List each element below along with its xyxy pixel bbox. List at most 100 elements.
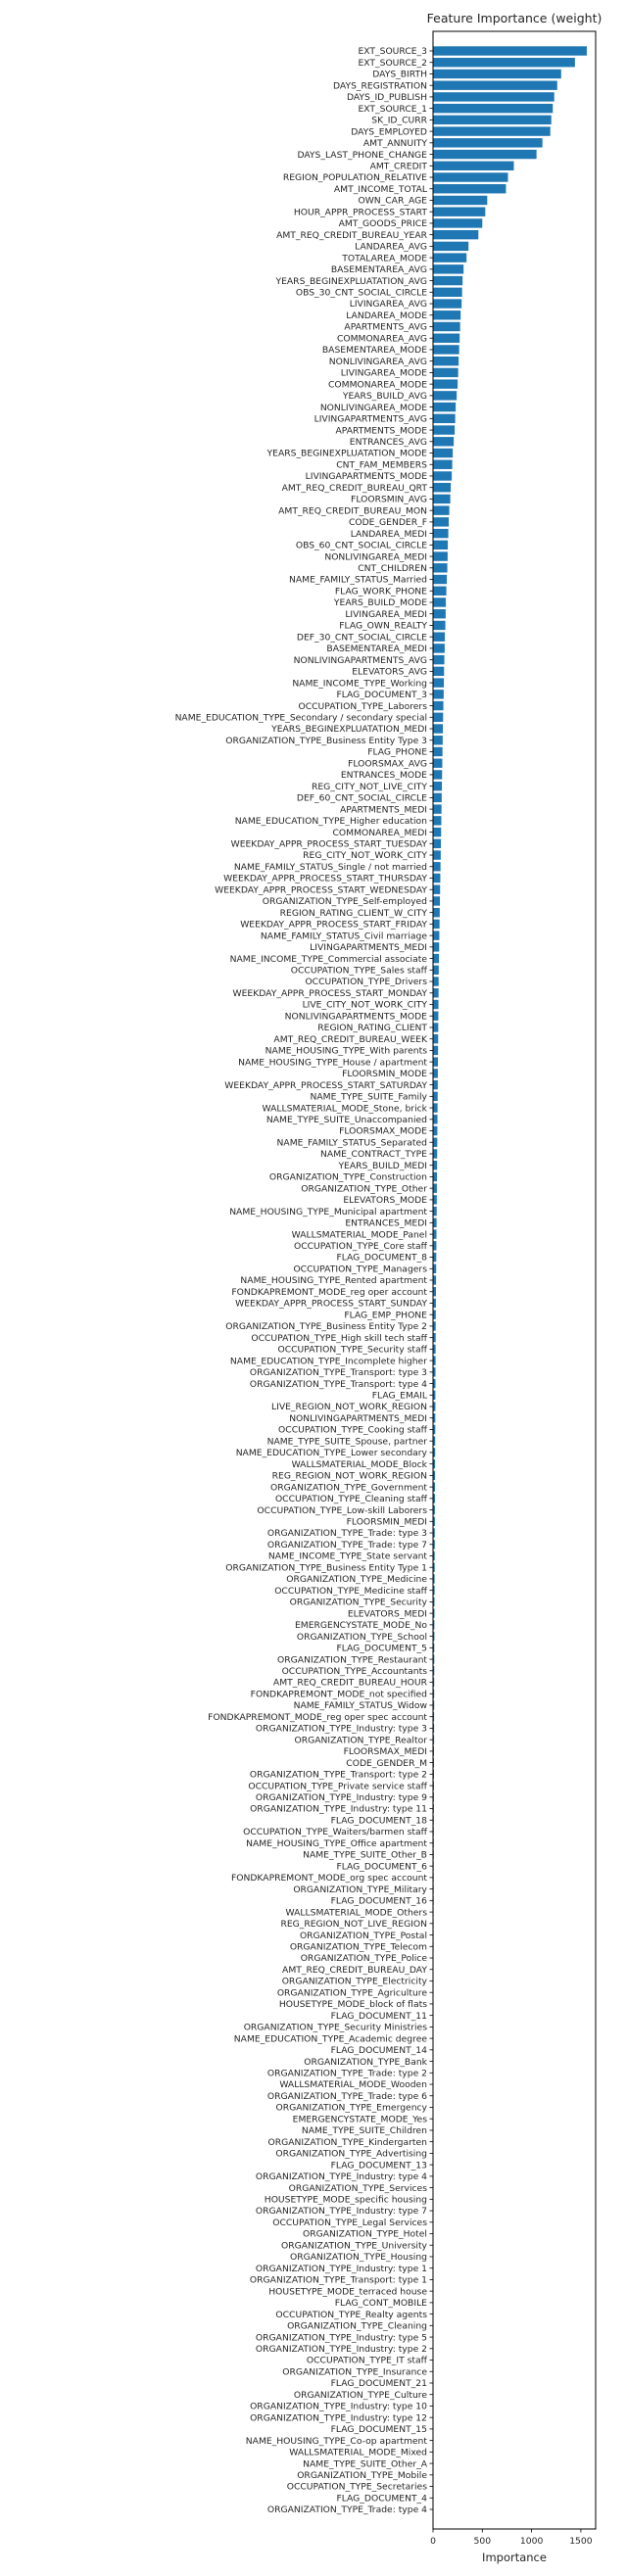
bar [433,459,453,469]
bar [433,46,587,56]
y-tick-label: ORGANIZATION_TYPE_Cleaning [287,2321,427,2332]
y-tick-label: OCCUPATION_TYPE_Sales staff [291,966,428,977]
bar [433,483,452,493]
y-tick-label: FLAG_DOCUMENT_11 [331,2011,427,2022]
y-tick-label: ORGANIZATION_TYPE_Government [270,1482,427,1493]
y-tick-label: HOUSETYPE_MODE_terraced house [268,2286,427,2297]
y-tick-label: NONLIVINGAREA_MODE [320,403,427,413]
y-tick-label: ENTRANCES_MODE [341,770,427,781]
y-tick-label: ORGANIZATION_TYPE_Industry: type 4 [256,2171,427,2182]
y-tick-label: ORGANIZATION_TYPE_Business Entity Type 2 [225,1321,427,1332]
bar [433,942,440,952]
bar [433,1057,439,1067]
bar [433,816,442,826]
y-tick-label: ORGANIZATION_TYPE_Housing [290,2252,427,2263]
y-tick-label: ORGANIZATION_TYPE_Construction [269,1172,427,1183]
y-tick-label: FLAG_CONT_MOBILE [335,2298,427,2309]
y-tick-label: ORGANIZATION_TYPE_Other [301,1183,427,1194]
y-tick-label: LANDAREA_MODE [346,310,427,321]
bar [433,275,463,286]
bar [433,540,449,550]
bar [433,115,552,125]
bar [433,563,448,573]
y-tick-label: NAME_TYPE_SUITE_Other_B [303,1850,427,1861]
y-tick-label: NAME_TYPE_SUITE_Other_A [303,2458,428,2469]
y-tick-label: ORGANIZATION_TYPE_Industry: type 1 [256,2264,427,2274]
bar [433,321,460,332]
y-tick-label: DAYS_REGISTRATION [333,80,427,91]
chart-title: Feature Importance (weight) [427,11,603,25]
y-tick-label: BASEMENTAREA_AVG [331,264,427,275]
y-tick-label: ORGANIZATION_TYPE_Industry: type 11 [250,1804,427,1815]
y-tick-label: REGION_POPULATION_RELATIVE [283,172,427,183]
bar [433,700,444,711]
bar [433,1125,438,1136]
y-tick-label: DEF_60_CNT_SOCIAL_CIRCLE [297,793,427,804]
y-tick-label: ORGANIZATION_TYPE_Advertising [275,2149,427,2160]
y-tick-label: FLAG_DOCUMENT_3 [336,690,427,700]
bar [433,138,543,148]
bar [433,103,554,114]
bar [433,413,456,424]
y-tick-label: OBS_60_CNT_SOCIAL_CIRCLE [296,541,427,551]
y-tick-label: FLOORSMAX_MEDI [344,1746,427,1757]
y-tick-label: FLAG_DOCUMENT_14 [331,2045,428,2056]
y-tick-label: ORGANIZATION_TYPE_Trade: type 7 [267,1540,427,1550]
bar [433,1206,437,1216]
y-tick-label: NAME_TYPE_SUITE_Family [311,1092,428,1103]
y-tick-label: WALLSMATERIAL_MODE_Others [286,1907,428,1918]
y-tick-label: APARTMENTS_MEDI [340,804,427,815]
y-tick-label: ORGANIZATION_TYPE_Restaurant [277,1654,427,1665]
bar [433,574,448,585]
y-tick-label: OCCUPATION_TYPE_Legal Services [272,2218,427,2228]
y-tick-label: NAME_TYPE_SUITE_Spouse, partner [267,1436,428,1447]
bar [433,1023,439,1032]
y-tick-label: EMERGENCYSTATE_MODE_No [295,1620,427,1631]
bar [433,758,443,768]
bar [433,1137,438,1147]
y-tick-label: WEEKDAY_APPR_PROCESS_START_SATURDAY [224,1080,427,1091]
bar [433,207,486,216]
y-tick-label: EXT_SOURCE_2 [358,58,427,69]
bar [433,1149,438,1159]
bar [433,690,444,699]
y-tick-label: NAME_FAMILY_STATUS_Widow [294,1700,428,1711]
bar [433,896,441,906]
y-tick-label: WEEKDAY_APPR_PROCESS_START_WEDNESDAY [215,884,427,895]
bar [433,379,458,389]
y-tick-label: FLAG_DOCUMENT_8 [336,1253,427,1264]
y-tick-label: LIVINGAREA_MEDI [345,609,427,620]
bar [433,253,467,262]
y-tick-label: BASEMENTAREA_MEDI [326,644,427,654]
bar [433,1229,437,1239]
y-tick-label: REGION_RATING_CLIENT [317,1023,427,1033]
bar [433,264,464,274]
bar [433,988,439,998]
bar [433,391,458,401]
bar [433,299,462,309]
bar [433,850,441,860]
y-tick-label: WALLSMATERIAL_MODE_Wooden [279,2079,427,2090]
bar [433,919,440,930]
y-tick-label: NAME_HOUSING_TYPE_Co-op apartment [246,2436,428,2447]
bar [433,746,443,757]
y-tick-label: YEARS_BUILD_MODE [333,597,427,608]
bar [433,1091,438,1102]
y-tick-label: ORGANIZATION_TYPE_Postal [300,1931,427,1941]
y-tick-label: FLAG_DOCUMENT_13 [331,2160,428,2171]
y-tick-label: YEARS_BUILD_MEDI [337,1161,427,1171]
y-tick-label: LIVINGAPARTMENTS_MODE [306,471,428,482]
y-tick-label: OCCUPATION_TYPE_Cooking staff [278,1425,428,1436]
y-tick-label: WEEKDAY_APPR_PROCESS_START_FRIDAY [240,920,427,930]
y-tick-label: ORGANIZATION_TYPE_Services [289,2183,428,2194]
y-tick-label: WALLSMATERIAL_MODE_Mixed [289,2448,427,2458]
y-tick-label: AMT_REQ_CREDIT_BUREAU_HOUR [273,1678,428,1689]
y-tick-label: AMT_INCOME_TOTAL [334,184,428,195]
y-tick-label: NAME_HOUSING_TYPE_Rented apartment [240,1275,427,1286]
y-tick-label: DAYS_LAST_PHONE_CHANGE [297,150,427,161]
y-tick-label: LIVINGAREA_MODE [341,368,427,379]
bar [433,781,443,791]
bar [433,345,459,355]
bar [433,1195,437,1205]
y-tick-label: OCCUPATION_TYPE_Cleaning staff [275,1494,428,1504]
